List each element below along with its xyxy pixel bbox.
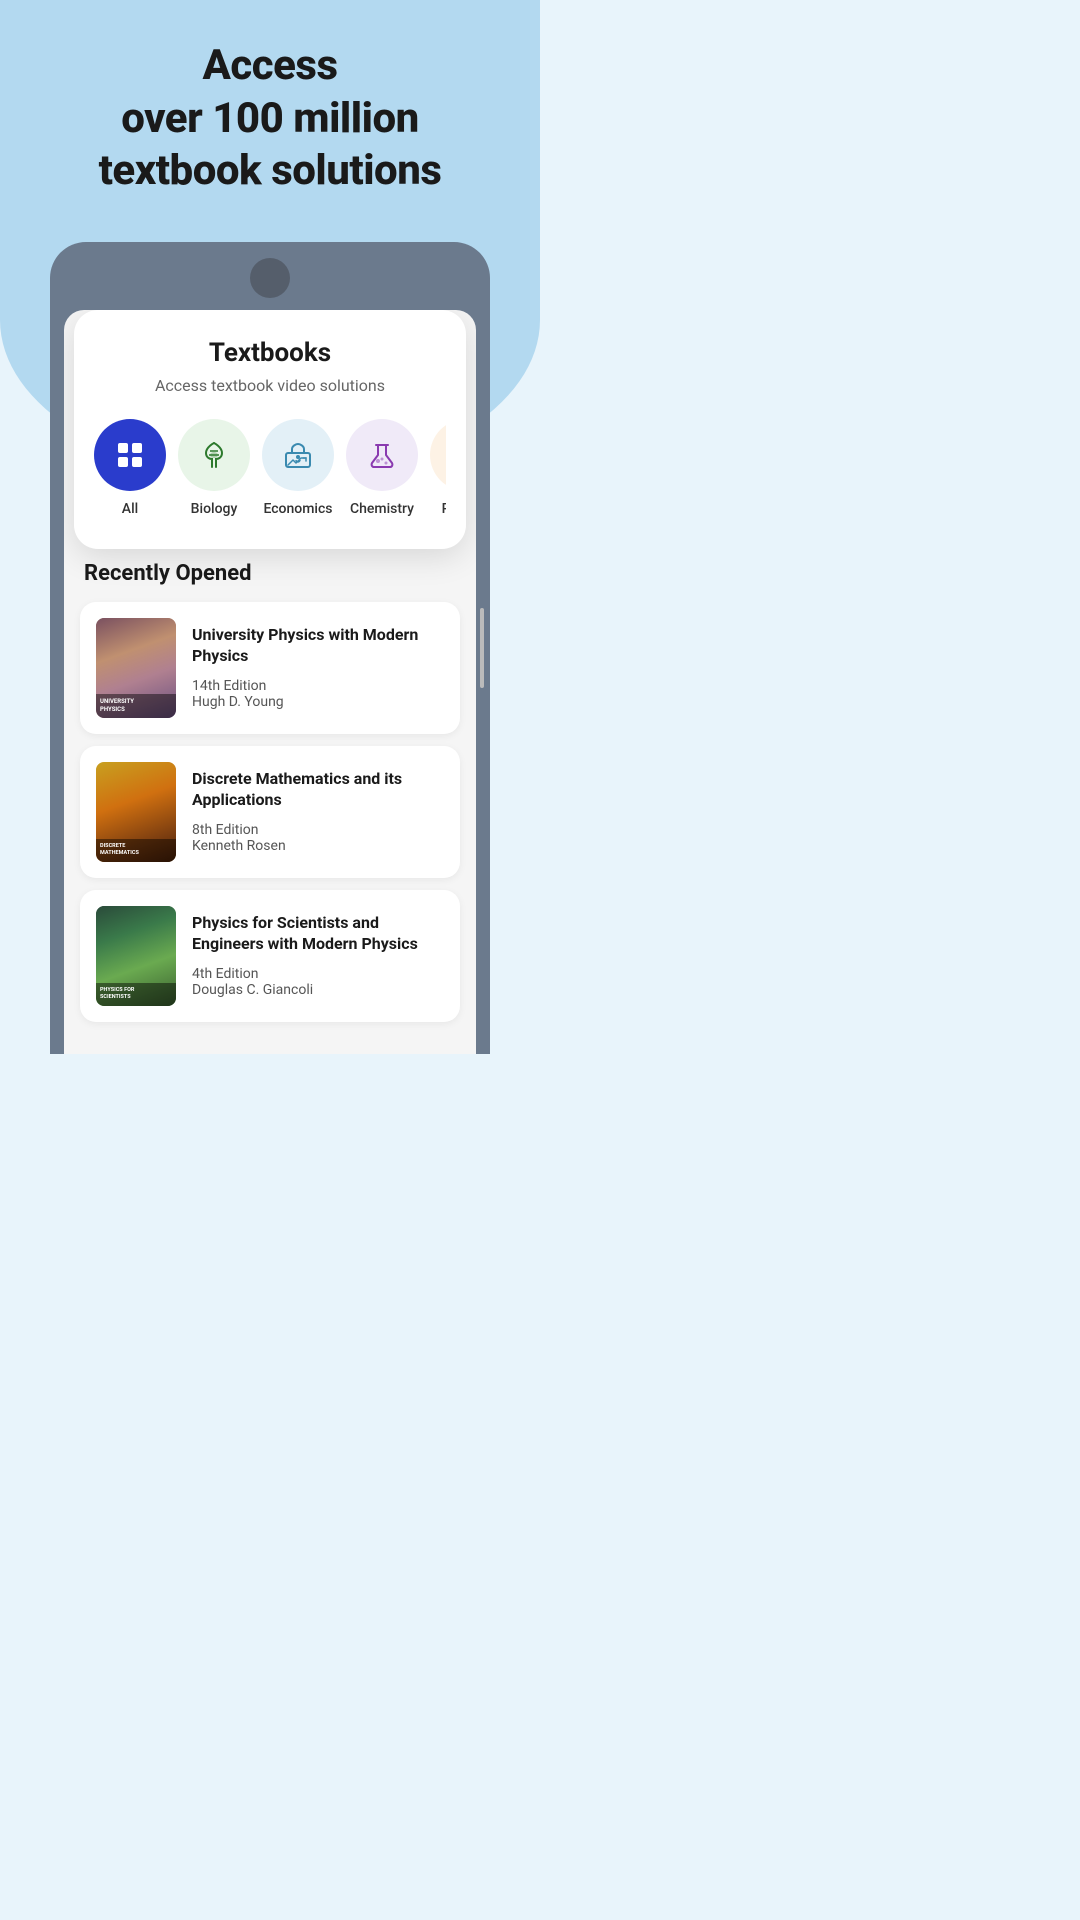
card-subtitle: Access textbook video solutions: [94, 376, 446, 395]
phone-mockup-wrapper: Textbooks Access textbook video solution…: [0, 242, 540, 1054]
book-info-1: University Physics with Modern Physics 1…: [192, 625, 444, 711]
hero-title: Access over 100 million textbook solutio…: [30, 40, 510, 198]
book-cover-1: UNIVERSITYPHYSICS: [96, 618, 176, 718]
book-card-3[interactable]: PHYSICS FORSCIENTISTS Physics for Scient…: [80, 890, 460, 1022]
all-label: All: [122, 501, 138, 517]
book-author-3: Douglas C. Giancoli: [192, 982, 444, 998]
phone-scrollbar: [480, 608, 484, 688]
book-edition-2: 8th Edition: [192, 822, 444, 838]
phone-notch: [250, 258, 290, 298]
recently-opened-title: Recently Opened: [80, 561, 460, 586]
category-biology[interactable]: Biology: [178, 419, 250, 517]
chemistry-label: Chemistry: [350, 501, 414, 517]
biology-label: Biology: [191, 501, 238, 517]
book-title-3: Physics for Scientists and Engineers wit…: [192, 913, 444, 955]
physics-icon: [430, 419, 446, 491]
phone-screen: Textbooks Access textbook video solution…: [64, 310, 476, 1054]
categories-row[interactable]: All Biology: [94, 419, 446, 525]
book-title-1: University Physics with Modern Physics: [192, 625, 444, 667]
biology-icon: [178, 419, 250, 491]
book-title-2: Discrete Mathematics and its Application…: [192, 769, 444, 811]
economics-label: Economics: [263, 501, 332, 517]
book-author-1: Hugh D. Young: [192, 694, 444, 710]
textbooks-card: Textbooks Access textbook video solution…: [74, 310, 466, 549]
book-edition-3: 4th Edition: [192, 966, 444, 982]
hero-section: Access over 100 million textbook solutio…: [0, 0, 540, 218]
card-title: Textbooks: [94, 338, 446, 368]
chemistry-icon: [346, 419, 418, 491]
book-card-2[interactable]: DISCRETEMATHEMATICS Discrete Mathematics…: [80, 746, 460, 878]
category-all[interactable]: All: [94, 419, 166, 517]
economics-icon: [262, 419, 334, 491]
book-info-3: Physics for Scientists and Engineers wit…: [192, 913, 444, 999]
book-cover-3: PHYSICS FORSCIENTISTS: [96, 906, 176, 1006]
recently-opened-section: Recently Opened UNIVERSITYPHYSICS Univer…: [64, 541, 476, 1054]
category-economics[interactable]: Economics: [262, 419, 334, 517]
category-chemistry[interactable]: Chemistry: [346, 419, 418, 517]
book-card-1[interactable]: UNIVERSITYPHYSICS University Physics wit…: [80, 602, 460, 734]
book-cover-2: DISCRETEMATHEMATICS: [96, 762, 176, 862]
category-physics[interactable]: Physics: [430, 419, 446, 517]
phone-mockup: Textbooks Access textbook video solution…: [50, 242, 490, 1054]
physics-label: Physics: [442, 501, 446, 517]
all-icon: [94, 419, 166, 491]
book-author-2: Kenneth Rosen: [192, 838, 444, 854]
book-info-2: Discrete Mathematics and its Application…: [192, 769, 444, 855]
book-edition-1: 14th Edition: [192, 678, 444, 694]
